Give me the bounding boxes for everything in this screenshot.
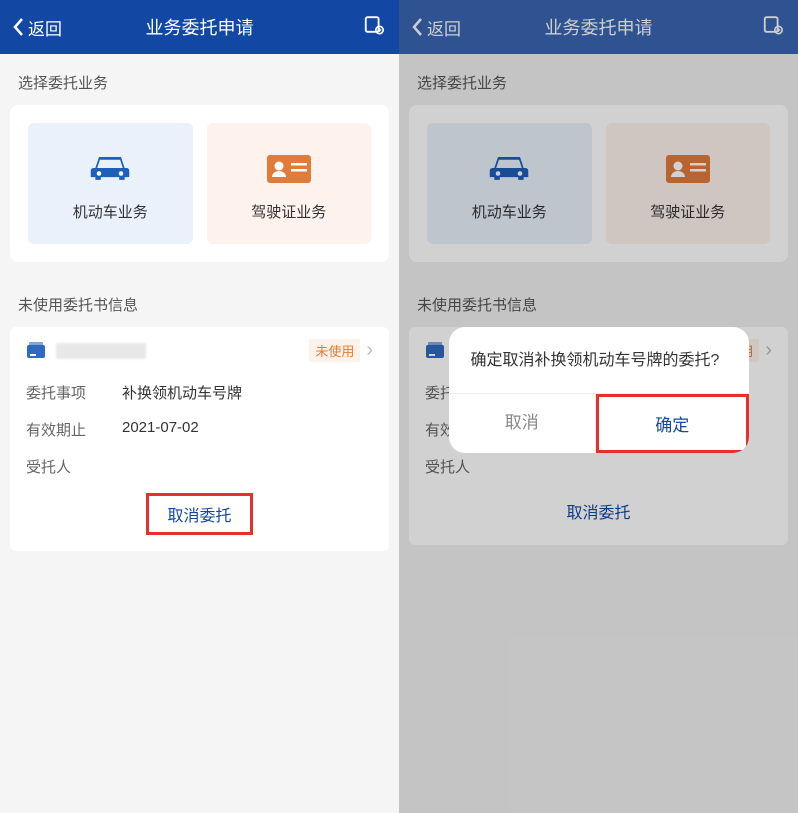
chevron-left-icon <box>12 17 24 37</box>
back-label: 返回 <box>28 15 62 40</box>
unused-badge: 未使用 <box>309 339 360 362</box>
expire-value: 2021-07-02 <box>122 419 199 440</box>
biz-vehicle-label: 机动车业务 <box>73 201 148 222</box>
back-button[interactable]: 返回 <box>12 15 62 40</box>
info-card: 未使用 › 委托事项 补换领机动车号牌 有效期止 2021-07-02 受托人 … <box>10 327 389 551</box>
header-action-icon[interactable] <box>363 14 385 41</box>
info-id-redacted <box>56 343 146 359</box>
cancel-delegate-link[interactable]: 取消委托 <box>146 493 252 535</box>
info-header-row[interactable]: 未使用 › <box>26 339 373 362</box>
confirm-dialog: 确定取消补换领机动车号牌的委托? 取消 确定 <box>449 327 749 453</box>
dialog-confirm-button[interactable]: 确定 <box>596 394 749 453</box>
chevron-right-icon: › <box>366 339 373 362</box>
row-trustee: 受托人 <box>26 448 373 485</box>
id-card-icon <box>265 151 313 185</box>
row-matter: 委托事项 补换领机动车号牌 <box>26 374 373 411</box>
screen-before: 返回 业务委托申请 选择委托业务 机动车业务 驾驶证业务 未使用委托书信息 未使… <box>0 0 399 813</box>
trustee-label: 受托人 <box>26 456 122 477</box>
matter-value: 补换领机动车号牌 <box>122 382 242 403</box>
header: 返回 业务委托申请 <box>0 0 399 54</box>
row-expire: 有效期止 2021-07-02 <box>26 411 373 448</box>
car-icon <box>88 151 132 185</box>
biz-license[interactable]: 驾驶证业务 <box>207 123 372 244</box>
section-unused-info: 未使用委托书信息 <box>0 276 399 327</box>
matter-label: 委托事项 <box>26 382 122 403</box>
dialog-message: 确定取消补换领机动车号牌的委托? <box>449 327 749 393</box>
biz-license-label: 驾驶证业务 <box>251 201 326 222</box>
section-select-biz: 选择委托业务 <box>0 54 399 105</box>
biz-vehicle[interactable]: 机动车业务 <box>28 123 193 244</box>
biz-card: 机动车业务 驾驶证业务 <box>10 105 389 262</box>
dialog-cancel-button[interactable]: 取消 <box>449 394 597 453</box>
doc-icon <box>26 342 46 360</box>
expire-label: 有效期止 <box>26 419 122 440</box>
screen-dialog: 返回 业务委托申请 选择委托业务 机动车业务 驾驶证业务 未使用委托书信息 未使… <box>399 0 798 813</box>
